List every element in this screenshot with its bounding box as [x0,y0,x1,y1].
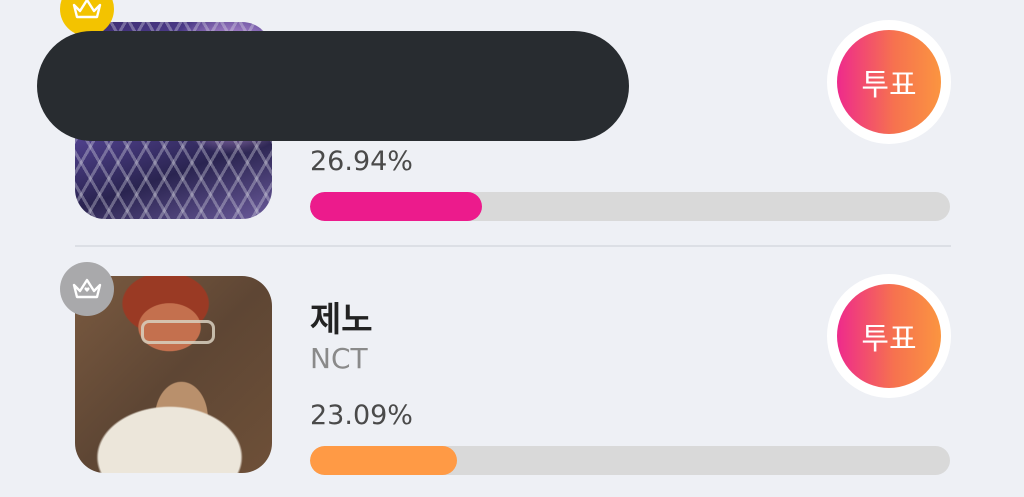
vote-button-ring[interactable]: 투표 [827,274,951,398]
silver-crown-icon [60,262,114,316]
photo-detail [141,320,215,344]
artist-name: 제노 [310,300,373,340]
vote-progress-fill [310,446,458,475]
vote-percentage: 23.09% [310,400,413,431]
redaction-bar [37,31,629,141]
artist-group: NCT [310,342,368,375]
vote-button[interactable]: 투표 [837,284,941,388]
vote-progress-bar [310,446,950,475]
